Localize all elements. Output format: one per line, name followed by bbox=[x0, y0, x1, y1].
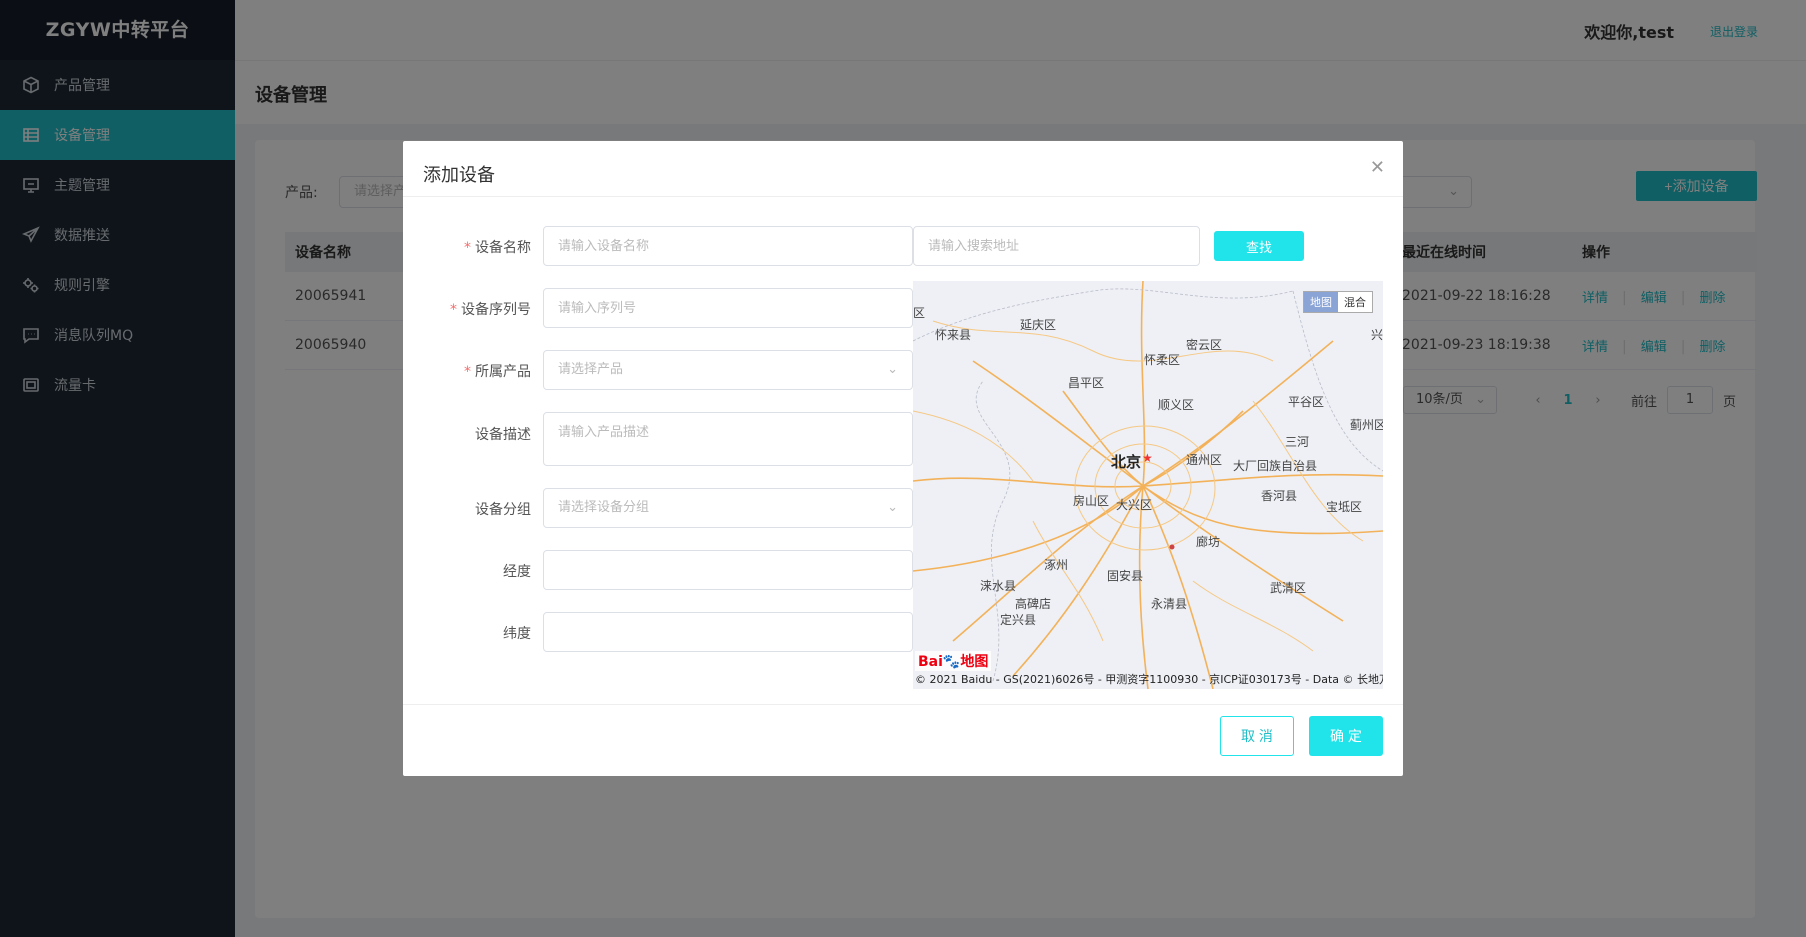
close-icon[interactable]: ✕ bbox=[1370, 157, 1385, 178]
chevron-down-icon: ⌄ bbox=[887, 362, 898, 377]
map-place-label: 延庆区 bbox=[1020, 318, 1057, 332]
description-label: 设备描述 bbox=[475, 427, 531, 443]
divider bbox=[403, 704, 1403, 705]
map-place-label: 固安县 bbox=[1107, 569, 1144, 583]
map-place-label: 密云区 bbox=[1186, 338, 1223, 352]
group-row: 设备分组 请选择设备分组 ⌄ bbox=[423, 488, 913, 528]
required-mark: * bbox=[464, 364, 471, 380]
map-place-label: 房山区 bbox=[1073, 494, 1110, 508]
latitude-input[interactable] bbox=[543, 612, 913, 652]
cancel-button[interactable]: 取 消 bbox=[1220, 716, 1294, 756]
device-name-input[interactable] bbox=[543, 226, 913, 266]
description-textarea[interactable] bbox=[543, 412, 913, 466]
longitude-row: 经度 bbox=[423, 550, 913, 590]
map-place-label: 定兴县 bbox=[1000, 613, 1037, 627]
map-place-label: 兴 bbox=[1371, 328, 1383, 342]
map-place-label: 宝坻区 bbox=[1326, 500, 1363, 514]
map-place-label: 涞水县 bbox=[980, 579, 1017, 593]
map-place-label: 廊坊 bbox=[1196, 535, 1221, 549]
serial-input[interactable] bbox=[543, 288, 913, 328]
latitude-row: 纬度 bbox=[423, 612, 913, 652]
product-select[interactable]: 请选择产品 ⌄ bbox=[543, 350, 913, 390]
map-place-label: 永清县 bbox=[1151, 597, 1188, 611]
longitude-input[interactable] bbox=[543, 550, 913, 590]
confirm-button[interactable]: 确 定 bbox=[1309, 716, 1383, 756]
label-text: 所属产品 bbox=[475, 364, 531, 380]
required-mark: * bbox=[450, 302, 457, 318]
device-name-label: * 设备名称 bbox=[423, 237, 531, 257]
baidu-logo-text: Bai bbox=[918, 654, 943, 670]
map-place-label: 三河 bbox=[1285, 435, 1310, 449]
serial-row: * 设备序列号 bbox=[423, 288, 913, 328]
paw-icon: 🐾 bbox=[942, 654, 961, 670]
product-placeholder: 请选择产品 bbox=[558, 362, 624, 377]
map-place-label: 平谷区 bbox=[1288, 395, 1325, 409]
map-place-label: 通州区 bbox=[1186, 453, 1223, 467]
product-row: * 所属产品 请选择产品 ⌄ bbox=[423, 350, 913, 390]
map-place-label: 区 bbox=[913, 306, 926, 320]
map-place-label: 大兴区 bbox=[1116, 498, 1153, 512]
group-placeholder: 请选择设备分组 bbox=[558, 500, 650, 515]
map-view[interactable]: 区 怀来县 延庆区 密云区 怀柔区 昌平区 顺义区 平谷区 蓟州区 北京 ★ 通… bbox=[913, 281, 1383, 689]
add-device-dialog: 添加设备 ✕ *设备名称 *设备序列号 *所属产品 请选择产品 ⌄ 设备描述 设… bbox=[403, 141, 1403, 776]
group-select[interactable]: 请选择设备分组 ⌄ bbox=[543, 488, 913, 528]
latitude-label: 纬度 bbox=[503, 626, 531, 642]
map-city-label: 北京 bbox=[1111, 453, 1142, 471]
map-mode-button[interactable]: 地图 bbox=[1304, 292, 1338, 312]
product-label: * 所属产品 bbox=[423, 361, 531, 381]
map-place-label: 顺义区 bbox=[1158, 398, 1195, 412]
label-text: 设备序列号 bbox=[461, 302, 531, 318]
map-type-toggle: 地图 混合 bbox=[1303, 291, 1373, 313]
group-label: 设备分组 bbox=[475, 502, 531, 518]
device-name-row: * 设备名称 bbox=[423, 226, 913, 266]
map-place-label: 涿州 bbox=[1044, 558, 1069, 572]
map-place-label: 武清区 bbox=[1270, 581, 1307, 595]
baidu-logo: Bai🐾地图 bbox=[915, 651, 992, 671]
longitude-label: 经度 bbox=[503, 564, 531, 580]
map-place-label: 昌平区 bbox=[1068, 376, 1105, 390]
label-text: 设备名称 bbox=[475, 240, 531, 256]
map-copyright: © 2021 Baidu - GS(2021)6026号 - 甲测资字11009… bbox=[915, 673, 1383, 686]
map-place-label: 怀来县 bbox=[935, 328, 972, 342]
hybrid-mode-button[interactable]: 混合 bbox=[1338, 292, 1372, 312]
map-place-label: 高碑店 bbox=[1015, 597, 1052, 611]
map-place-label: 香河县 bbox=[1261, 489, 1298, 503]
map-roads bbox=[913, 281, 1383, 689]
baidu-logo-suffix: 地图 bbox=[960, 654, 989, 670]
star-icon: ★ bbox=[1142, 451, 1153, 465]
required-mark: * bbox=[464, 240, 471, 256]
address-search-button[interactable]: 查找 bbox=[1214, 231, 1304, 261]
chevron-down-icon: ⌄ bbox=[887, 500, 898, 515]
map-place-label: 蓟州区 bbox=[1350, 418, 1383, 432]
serial-label: * 设备序列号 bbox=[423, 299, 531, 319]
divider bbox=[403, 196, 1403, 197]
description-row: 设备描述 bbox=[423, 412, 913, 466]
map-place-label: 怀柔区 bbox=[1144, 353, 1181, 367]
map-place-label: 大厂回族自治县 bbox=[1233, 459, 1318, 473]
dialog-title: 添加设备 bbox=[423, 165, 495, 186]
address-search-input[interactable] bbox=[913, 226, 1200, 266]
